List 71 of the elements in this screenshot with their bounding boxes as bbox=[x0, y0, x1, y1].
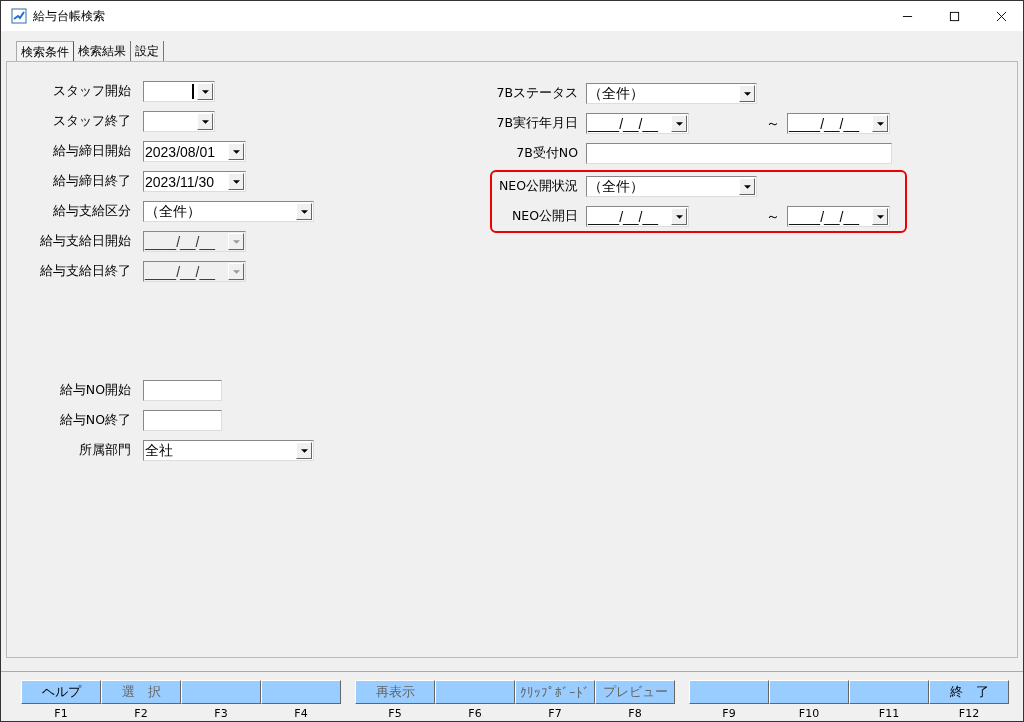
caret-down-icon bbox=[201, 89, 209, 94]
function-key-label: F11 bbox=[878, 707, 900, 720]
caret-down-icon bbox=[743, 184, 751, 189]
caret-down-icon bbox=[300, 448, 308, 453]
field-label: スタッフ開始 bbox=[52, 83, 131, 100]
function-key-label: F4 bbox=[294, 707, 308, 720]
field-label: 給与支給日終了 bbox=[39, 263, 131, 280]
dropdown-field[interactable] bbox=[143, 81, 215, 102]
caret-down-icon bbox=[201, 119, 209, 124]
function-key-button[interactable] bbox=[689, 680, 769, 704]
field-label: 給与支給区分 bbox=[52, 203, 131, 220]
dropdown-field[interactable]: 2023/11/30 bbox=[143, 171, 246, 192]
field-label: 7Bステータス bbox=[495, 85, 578, 102]
field-label: NEO公開状況 bbox=[497, 178, 578, 195]
field-label: 給与NO開始 bbox=[58, 382, 131, 399]
function-key-label: F12 bbox=[958, 707, 980, 720]
field-label: 給与支給日開始 bbox=[39, 233, 131, 250]
window-title: 給与台帳検索 bbox=[33, 7, 105, 25]
function-key-label: F6 bbox=[468, 707, 482, 720]
input-field[interactable] bbox=[143, 410, 222, 431]
function-key-button[interactable]: 終 了 bbox=[929, 680, 1009, 704]
function-key-button[interactable] bbox=[435, 680, 515, 704]
dropdown-field[interactable]: ____/__/__ bbox=[787, 206, 890, 227]
field-label: 7B実行年月日 bbox=[495, 115, 578, 132]
dropdown-field[interactable]: ____/__/__ bbox=[586, 113, 689, 134]
caret-down-icon bbox=[300, 209, 308, 214]
close-icon[interactable] bbox=[996, 10, 1007, 22]
dropdown-field[interactable]: （全件） bbox=[586, 83, 757, 104]
dropdown-field[interactable] bbox=[143, 111, 215, 132]
function-key-button[interactable] bbox=[181, 680, 261, 704]
dropdown-field[interactable]: ____/__/__ bbox=[787, 113, 890, 134]
dropdown-field[interactable]: （全件） bbox=[586, 176, 757, 197]
field-label: 給与締日終了 bbox=[52, 173, 131, 190]
range-separator: ～ bbox=[766, 207, 780, 226]
caret-down-icon bbox=[232, 149, 240, 154]
function-key-label: F10 bbox=[798, 707, 820, 720]
field-label: 所属部門 bbox=[78, 442, 131, 459]
function-key-button[interactable] bbox=[769, 680, 849, 704]
function-key-button[interactable]: ヘルプ bbox=[21, 680, 101, 704]
input-field[interactable] bbox=[586, 143, 892, 164]
dropdown-field[interactable]: （全件） bbox=[143, 201, 314, 222]
function-key-label: F8 bbox=[628, 707, 642, 720]
caret-down-icon bbox=[876, 121, 884, 126]
caret-down-icon bbox=[232, 179, 240, 184]
function-key-label: F7 bbox=[548, 707, 562, 720]
dropdown-field[interactable]: 2023/08/01 bbox=[143, 141, 246, 162]
caret-down-icon bbox=[232, 269, 240, 274]
tab[interactable]: 検索条件 bbox=[16, 41, 74, 62]
maximize-icon[interactable] bbox=[949, 10, 960, 22]
function-key-label: F3 bbox=[214, 707, 228, 720]
caret-down-icon bbox=[675, 214, 683, 219]
function-key-label: F9 bbox=[722, 707, 736, 720]
dropdown-field[interactable]: 全社 bbox=[143, 440, 314, 461]
function-key-button[interactable] bbox=[261, 680, 341, 704]
function-key-label: F1 bbox=[54, 707, 68, 720]
field-label: 給与NO終了 bbox=[58, 412, 131, 429]
field-label: スタッフ終了 bbox=[52, 113, 131, 130]
range-separator: ～ bbox=[766, 114, 780, 133]
field-label: NEO公開日 bbox=[510, 208, 578, 225]
field-label: 給与締日開始 bbox=[52, 143, 131, 160]
field-label: 7B受付NO bbox=[515, 145, 578, 162]
caret-down-icon bbox=[232, 239, 240, 244]
caret-down-icon bbox=[876, 214, 884, 219]
app-icon bbox=[11, 8, 27, 24]
function-key-label: F2 bbox=[134, 707, 148, 720]
function-key-button[interactable] bbox=[849, 680, 929, 704]
caret-down-icon bbox=[743, 91, 751, 96]
input-field[interactable] bbox=[143, 380, 222, 401]
dropdown-field[interactable]: ____/__/__ bbox=[586, 206, 689, 227]
caret-down-icon bbox=[675, 121, 683, 126]
function-key-label: F5 bbox=[388, 707, 402, 720]
